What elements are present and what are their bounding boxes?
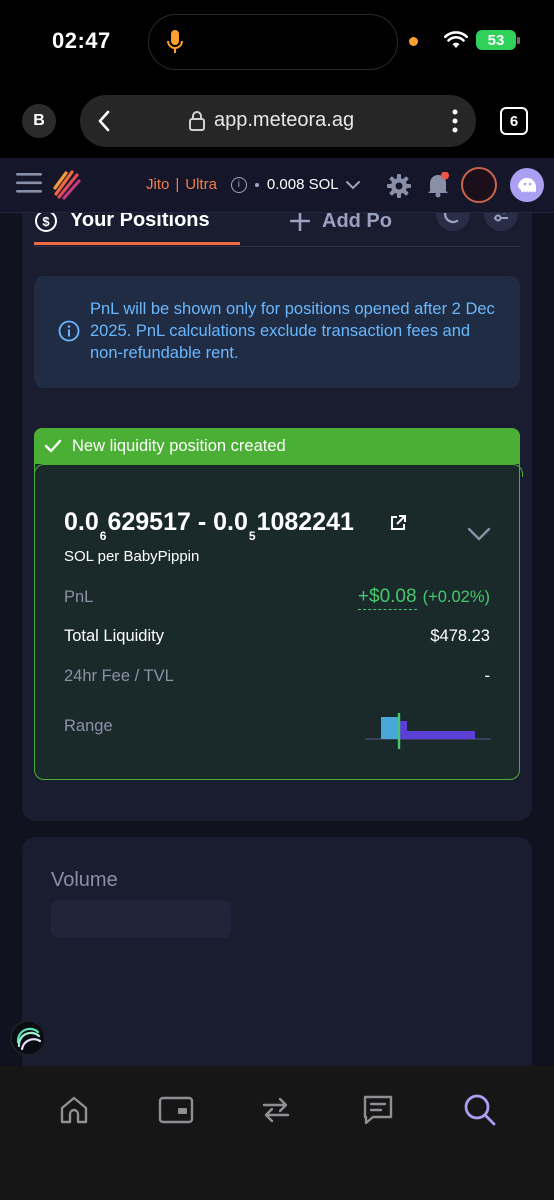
range-row: Range [64, 717, 284, 736]
pnl-value-group: +$0.08 (+0.02%) [357, 586, 490, 610]
pnl-notice-text: PnL will be shown only for positions ope… [90, 300, 495, 362]
swap-icon [262, 1097, 290, 1123]
range-bar-step [399, 721, 407, 739]
liquidity-label: Total Liquidity [64, 627, 164, 645]
main-content: $ Your Positions Add Po PnL will be show… [0, 213, 554, 1066]
info-icon [58, 320, 80, 342]
app-header: Jito | Ultra i 0.008 SOL [0, 158, 554, 213]
pnl-percent: (+0.02%) [422, 588, 490, 606]
volume-loading-skeleton [51, 900, 231, 938]
range-chart [365, 713, 491, 749]
pair-label: SOL per BabyPippin [64, 548, 200, 565]
back-icon[interactable] [96, 109, 112, 133]
status-bar: 02:47 53 [0, 0, 554, 80]
nav-search[interactable] [460, 1090, 500, 1130]
avatar[interactable] [461, 167, 497, 203]
pnl-label: PnL [64, 587, 94, 606]
price-low-int: 0.0 [64, 508, 99, 536]
success-toast: New liquidity position created [34, 428, 520, 464]
price-low-zeros: 6 [99, 529, 107, 543]
positions-tab-strip: $ Your Positions Add Po [34, 213, 520, 247]
chat-icon [363, 1095, 393, 1125]
pnl-notice: PnL will be shown only for positions ope… [34, 276, 520, 388]
meteora-logo-icon[interactable] [52, 168, 82, 200]
lock-icon [189, 111, 205, 131]
search-icon [464, 1094, 496, 1126]
ultra-label: Ultra [185, 176, 217, 193]
price-high-int: 0.0 [213, 508, 248, 536]
range-label: Range [64, 717, 113, 735]
url-text[interactable]: app.meteora.ag [214, 109, 354, 132]
more-options-icon[interactable] [452, 108, 458, 134]
separator: | [175, 176, 180, 193]
info-icon[interactable]: i [230, 176, 247, 193]
dot-separator [254, 182, 259, 187]
volume-label: Volume [51, 869, 118, 891]
wallet-card-icon [158, 1096, 194, 1124]
sliders-icon [494, 213, 508, 222]
fee-row: 24hr Fee / TVL - [64, 667, 490, 686]
price-high-digits: 1082241 [256, 508, 354, 536]
svg-text:$: $ [42, 214, 50, 229]
nav-chat[interactable] [358, 1090, 398, 1130]
nav-home[interactable] [54, 1090, 94, 1130]
pnl-row: PnL +$0.08 (+0.02%) [64, 586, 490, 610]
bottom-nav [0, 1066, 554, 1200]
tab-your-positions-label: Your Positions [70, 213, 210, 231]
price-low-digits: 629517 [107, 508, 191, 536]
privacy-indicator [409, 37, 418, 46]
dollar-circle-icon: $ [35, 213, 57, 232]
address-bar[interactable]: app.meteora.ag [80, 95, 476, 147]
floating-helper-button[interactable] [10, 1020, 46, 1056]
bell-icon[interactable] [426, 172, 450, 198]
tab-add-position-label: Add Po [322, 213, 392, 232]
refresh-button[interactable] [436, 213, 470, 231]
volume-panel: Volume [22, 837, 532, 1066]
refresh-icon [444, 213, 459, 224]
pnl-value[interactable]: +$0.08 [357, 586, 417, 610]
home-icon [60, 1096, 88, 1124]
check-icon [44, 439, 62, 453]
menu-icon[interactable] [16, 172, 42, 194]
price-range: 0.0 6 629517 - 0.0 5 1082241 [64, 508, 354, 543]
tab-your-positions[interactable]: $ Your Positions [34, 213, 240, 245]
nav-swap[interactable] [256, 1090, 296, 1130]
wifi-icon [444, 31, 468, 48]
helper-logo-icon [16, 1027, 42, 1051]
position-card[interactable]: 0.0 6 629517 - 0.0 5 1082241 SOL per BabyPip… [33, 464, 523, 780]
gear-icon[interactable] [386, 173, 412, 199]
status-icons: 53 [444, 30, 520, 50]
chevron-down-icon[interactable] [345, 179, 361, 191]
sol-balance: 0.008 SOL [266, 176, 339, 193]
clock: 02:47 [52, 28, 111, 53]
nav-wallet[interactable] [156, 1090, 196, 1130]
chevron-down-icon[interactable] [467, 526, 491, 542]
fee-label: 24hr Fee / TVL [64, 667, 174, 685]
jito-mode-selector[interactable]: Jito | Ultra i 0.008 SOL [146, 176, 361, 193]
liquidity-value: $478.23 [430, 627, 490, 645]
external-link-icon[interactable] [389, 514, 407, 532]
fee-value: - [484, 667, 491, 685]
range-bar-sol [381, 717, 399, 739]
liquidity-row: Total Liquidity $478.23 [64, 627, 490, 646]
profile-button[interactable]: B [22, 104, 56, 138]
jito-label: Jito [146, 176, 170, 193]
range-bar-token [407, 731, 475, 739]
browser-bar: B app.meteora.ag 6 [0, 80, 554, 158]
tab-add-position[interactable]: Add Po [290, 213, 392, 243]
filter-button[interactable] [484, 213, 518, 231]
microphone-icon [167, 30, 183, 53]
battery-icon: 53 [476, 30, 520, 50]
toast-text: New liquidity position created [72, 436, 286, 455]
tabs-button[interactable]: 6 [500, 107, 528, 135]
dynamic-island [148, 14, 398, 70]
phantom-wallet-icon[interactable] [510, 168, 544, 202]
plus-icon [290, 213, 310, 231]
price-high-zeros: 5 [248, 529, 256, 543]
price-separator: - [190, 508, 214, 536]
